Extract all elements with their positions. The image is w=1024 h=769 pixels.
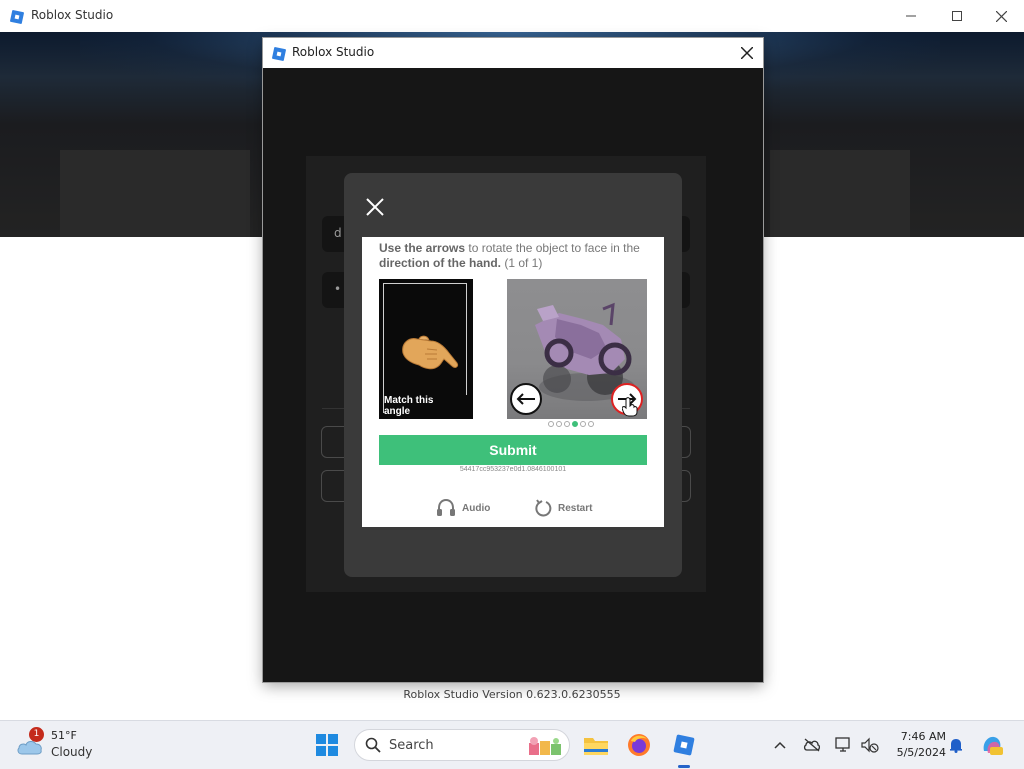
volume-muted-icon[interactable]	[860, 735, 880, 755]
progress-dot	[548, 421, 554, 427]
session-id: 54417cc953237e0d1.0846100101	[459, 466, 567, 473]
instruction-text: to rotate the object to face in the	[465, 241, 640, 255]
chevron-up-icon[interactable]	[770, 735, 790, 755]
version-label: Roblox Studio Version 0.623.0.6230555	[403, 688, 621, 701]
password-mask: •	[334, 282, 342, 296]
username-field-text: d	[334, 226, 342, 240]
progress-dot	[580, 421, 586, 427]
maximize-icon[interactable]	[934, 0, 980, 32]
captcha-card: Use the arrows to rotate the object to f…	[362, 237, 664, 527]
caption-line: Match this	[384, 395, 434, 406]
arrow-left-icon[interactable]	[510, 383, 542, 415]
copilot-icon[interactable]	[980, 733, 1004, 757]
weather-temp: 51°F	[51, 729, 77, 742]
search-icon	[365, 737, 381, 753]
captcha-modal: Use the arrows to rotate the object to f…	[344, 173, 682, 577]
restart-button[interactable]: Restart	[534, 499, 592, 517]
pointing-hand-icon	[402, 335, 458, 370]
audio-label: Audio	[462, 502, 491, 514]
notification-badge: 1	[29, 727, 44, 742]
reference-hand-image: Match this angle	[379, 279, 473, 419]
restart-icon	[535, 499, 552, 517]
restart-label: Restart	[558, 502, 593, 514]
windows-start-icon[interactable]	[310, 728, 344, 762]
search-label: Search	[389, 738, 434, 753]
progress-dots	[548, 421, 594, 427]
background-panel	[770, 150, 910, 237]
network-icon[interactable]	[834, 735, 854, 755]
caption-line: angle	[384, 406, 411, 417]
window-titlebar: Roblox Studio	[0, 0, 1024, 32]
roblox-studio-taskbar-icon[interactable]	[667, 728, 701, 762]
submit-button[interactable]: Submit	[379, 435, 647, 465]
audio-button[interactable]: Audio	[436, 499, 490, 517]
clock-time: 7:46 AM	[900, 730, 946, 743]
window-title: Roblox Studio	[31, 8, 114, 22]
instruction-emphasis: Use the arrows	[379, 241, 466, 255]
progress-dot	[564, 421, 570, 427]
clock-date: 5/5/2024	[896, 746, 946, 759]
onedrive-offline-icon[interactable]	[802, 735, 822, 755]
captcha-instruction: Use the arrows to rotate the object to f…	[379, 241, 651, 271]
taskbar: 1 51°F Cloudy Search 7:46 AM 5/5/2024	[0, 720, 1024, 769]
instruction-counter: (1 of 1)	[501, 256, 543, 270]
roblox-studio-logo-icon	[272, 46, 286, 65]
weather-widget[interactable]: 1 51°F Cloudy	[16, 727, 106, 762]
hand-cursor-icon	[622, 397, 638, 417]
headphones-icon	[437, 499, 455, 516]
progress-dot-active	[572, 421, 578, 427]
dialog-close-icon[interactable]	[731, 38, 763, 68]
file-explorer-icon[interactable]	[579, 728, 613, 762]
instruction-emphasis: direction of the hand.	[379, 256, 501, 270]
dialog-title: Roblox Studio	[292, 45, 375, 59]
taskbar-search[interactable]: Search	[354, 729, 570, 761]
progress-dot	[556, 421, 562, 427]
background-panel	[60, 150, 250, 237]
close-icon[interactable]	[978, 0, 1024, 32]
dialog-titlebar: Roblox Studio	[263, 38, 763, 68]
weather-condition: Cloudy	[51, 745, 93, 759]
firefox-icon[interactable]	[622, 728, 656, 762]
minimize-icon[interactable]	[888, 0, 934, 32]
close-x-icon[interactable]	[361, 193, 389, 221]
system-clock[interactable]: 7:46 AM 5/5/2024	[890, 729, 946, 761]
search-highlight-icon	[529, 737, 561, 755]
roblox-studio-logo-icon	[10, 9, 24, 28]
notification-bell-icon[interactable]	[946, 735, 966, 755]
progress-dot	[588, 421, 594, 427]
reference-caption: Match this angle	[384, 395, 468, 417]
